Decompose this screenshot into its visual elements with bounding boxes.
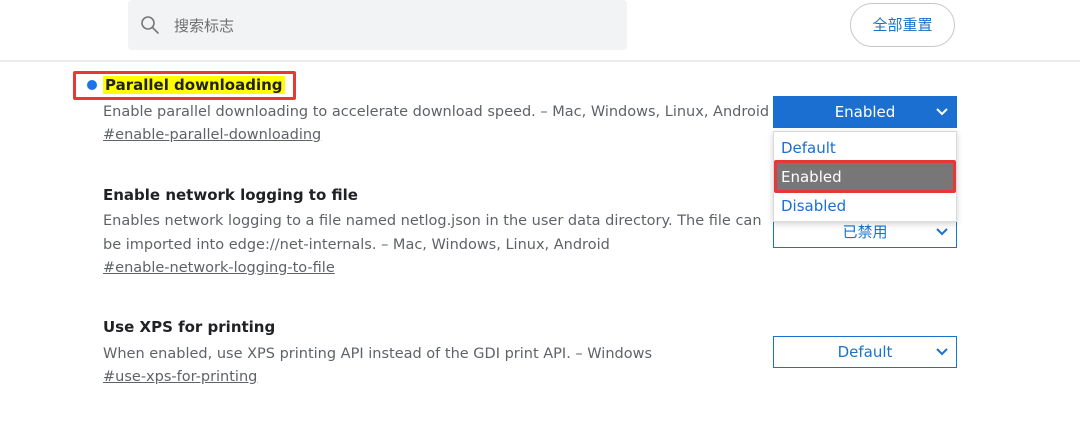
chevron-down-icon <box>936 108 948 116</box>
top-bar: 搜索标志 全部重置 <box>0 0 1080 60</box>
flag-link-network-logging[interactable]: #enable-network-logging-to-file <box>103 260 335 276</box>
select-value: Default <box>837 343 893 361</box>
flag-select-parallel-downloading[interactable]: Enabled <box>773 96 957 128</box>
search-placeholder: 搜索标志 <box>174 17 235 35</box>
flag-title-network-logging: Enable network logging to file <box>103 186 358 204</box>
flag-link-parallel-downloading[interactable]: #enable-parallel-downloading <box>103 127 321 143</box>
flag-description: Enable parallel downloading to accelerat… <box>103 104 770 120</box>
annotation-box-title <box>73 71 296 100</box>
search-input[interactable]: 搜索标志 <box>128 0 627 50</box>
flag-title-xps-printing: Use XPS for printing <box>103 318 276 336</box>
search-icon <box>141 16 159 34</box>
divider <box>0 60 1080 62</box>
dropdown-option-disabled[interactable]: Disabled <box>774 192 956 220</box>
select-value: Enabled <box>834 103 896 121</box>
chevron-down-icon <box>936 348 948 356</box>
annotation-box-option <box>774 160 956 193</box>
chevron-down-icon <box>936 228 948 236</box>
select-value: 已禁用 <box>842 223 888 241</box>
flag-description: When enabled, use XPS printing API inste… <box>103 346 653 362</box>
reset-all-button[interactable]: 全部重置 <box>850 3 955 47</box>
flag-link-xps-printing[interactable]: #use-xps-for-printing <box>103 369 257 385</box>
flag-description-line1: Enables network logging to a file named … <box>103 213 762 229</box>
dropdown-option-default[interactable]: Default <box>774 134 956 162</box>
flag-select-xps-printing[interactable]: Default <box>773 336 957 368</box>
flag-description-line2: be imported into edge://net-internals. –… <box>103 237 610 253</box>
